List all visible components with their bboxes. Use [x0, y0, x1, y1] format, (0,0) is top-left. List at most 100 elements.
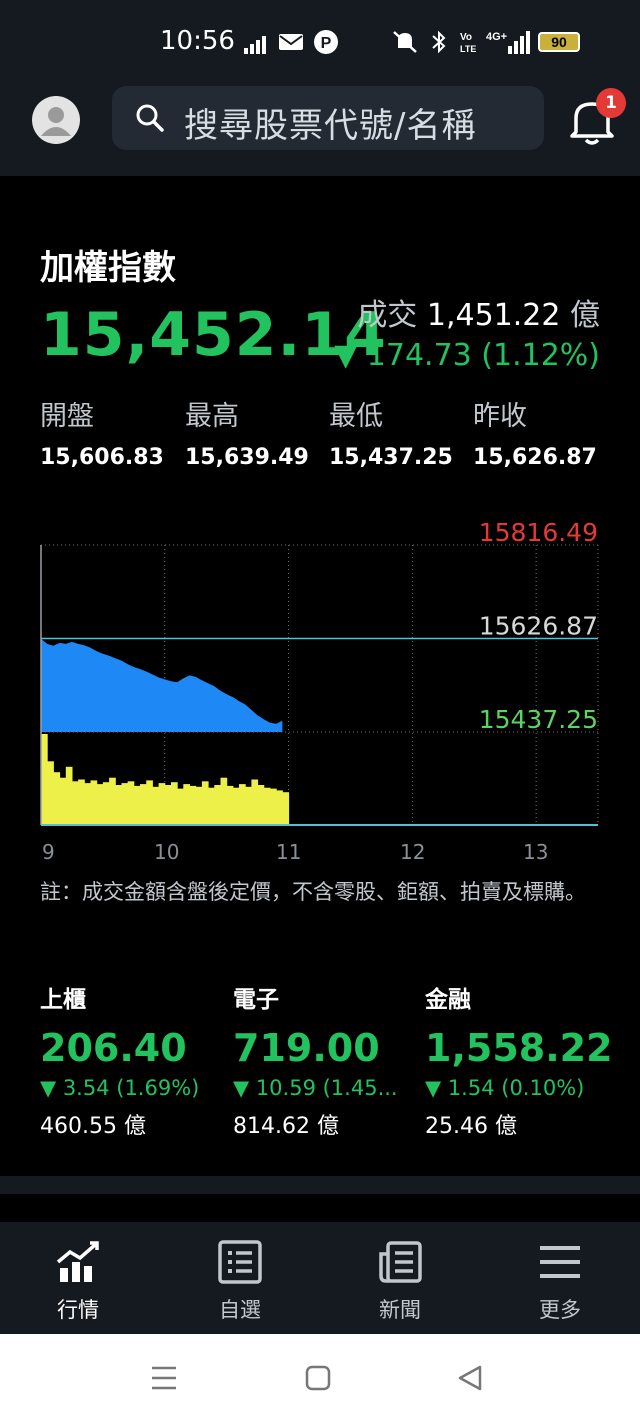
x-tick-label: 10: [154, 840, 180, 864]
volume-bar: [232, 787, 240, 825]
sub-index-electronics[interactable]: 電子 719.00 ▼ 10.59 (1.45... 814.62 億: [233, 980, 423, 1140]
bottom-nav: 行情 自選 新聞 更多: [0, 1222, 640, 1334]
volume-bar: [41, 734, 48, 825]
volume-bar: [140, 784, 147, 826]
volume-bar: [84, 783, 91, 825]
volume-bar: [121, 783, 129, 825]
x-tick-label: 11: [276, 840, 302, 864]
recent-apps-icon[interactable]: [150, 1364, 178, 1392]
signal-speed-icon: [244, 36, 266, 54]
menu-icon: [540, 1246, 580, 1278]
search-placeholder: 搜尋股票代號/名稱: [184, 106, 477, 146]
top-bar: 搜尋股票代號/名稱 1: [0, 86, 640, 176]
volume-bar: [133, 785, 141, 825]
battery-icon: 90: [538, 32, 580, 52]
svg-text:Vo: Vo: [460, 32, 472, 43]
sub-index-value: 719.00: [233, 1026, 380, 1070]
sub-index-change: ▼ 3.54 (1.69%): [40, 1076, 200, 1100]
volume-bar: [195, 786, 203, 825]
y-label-low: 15437.25: [479, 705, 598, 734]
volume-bar: [90, 780, 98, 825]
nav-label: 自選: [219, 1298, 261, 1322]
sub-index-value: 1,558.22: [425, 1026, 613, 1070]
x-tick-label: 9: [42, 840, 55, 864]
list-icon: [218, 1240, 262, 1284]
stat-prev-close: 昨收 15,626.87: [473, 394, 613, 470]
sub-index-volume: 25.46 億: [425, 1114, 517, 1139]
status-bar: 10:56 P Vo LTE 4G+ 90: [0, 0, 640, 88]
volume-bar: [270, 788, 277, 825]
volume-bar: [183, 784, 190, 826]
sub-index-volume: 814.62 億: [233, 1114, 339, 1139]
parking-app-icon: P: [314, 30, 338, 54]
volume-bar: [276, 790, 283, 825]
sub-index-finance[interactable]: 金融 1,558.22 ▼ 1.54 (0.10%) 25.46 億: [425, 980, 615, 1140]
turnover: 成交 1,451.22 億: [357, 290, 600, 334]
stat-value: 15,639.49: [185, 445, 309, 470]
volume-bar: [59, 777, 67, 825]
volume-bar: [263, 787, 271, 825]
index-change: ▼ 174.73 (1.12%): [334, 338, 600, 373]
volume-bar: [282, 792, 290, 825]
volume-bar: [78, 779, 85, 825]
stat-value: 15,626.87: [473, 445, 597, 470]
stat-value: 15,437.25: [329, 445, 453, 470]
volume-bar: [189, 785, 197, 825]
volume-bar: [226, 785, 234, 825]
volume-bar: [47, 761, 54, 825]
volume-bar: [158, 783, 166, 825]
volume-bar: [115, 785, 122, 825]
stat-label: 最高: [185, 401, 239, 432]
y-label-high: 15816.49: [479, 518, 598, 547]
volume-bar: [220, 777, 228, 825]
volume-bar: [102, 782, 110, 825]
svg-text:P: P: [321, 35, 332, 52]
intraday-chart[interactable]: 15816.49 15626.87 15437.25: [0, 500, 640, 880]
volume-bar: [96, 784, 104, 826]
nav-label: 行情: [57, 1298, 99, 1322]
mute-icon: [393, 31, 417, 53]
system-nav-bar: [0, 1334, 640, 1422]
user-icon: [41, 107, 71, 136]
nav-market[interactable]: 行情: [28, 1238, 128, 1324]
search-input[interactable]: 搜尋股票代號/名稱: [112, 86, 544, 150]
volume-bar: [208, 787, 215, 825]
volume-bar: [109, 777, 116, 825]
volume-bar: [65, 766, 73, 825]
back-icon[interactable]: [456, 1364, 484, 1392]
nav-watchlist[interactable]: 自選: [190, 1238, 290, 1324]
stat-label: 昨收: [473, 401, 527, 432]
volume-bar: [152, 786, 160, 825]
svg-text:LTE: LTE: [460, 44, 476, 54]
sub-index-change: ▼ 10.59 (1.45...: [233, 1076, 398, 1100]
volte-icon: Vo LTE: [460, 32, 476, 54]
turnover-value: 1,451.22: [426, 298, 561, 333]
mail-icon: [279, 34, 303, 50]
nav-more[interactable]: 更多: [510, 1238, 610, 1324]
home-icon[interactable]: [304, 1364, 332, 1392]
stat-label: 開盤: [40, 401, 94, 432]
volume-bar: [53, 772, 61, 825]
x-tick-label: 12: [400, 840, 426, 864]
sub-index-value: 206.40: [40, 1026, 187, 1070]
notification-badge: 1: [596, 88, 626, 118]
bluetooth-icon: [432, 30, 446, 54]
volume-bar: [171, 782, 178, 825]
search-icon: [136, 104, 164, 132]
sub-index-otc[interactable]: 上櫃 206.40 ▼ 3.54 (1.69%) 460.55 億: [40, 980, 230, 1140]
turnover-label: 成交: [357, 298, 418, 333]
news-icon: [379, 1241, 422, 1283]
avatar[interactable]: [32, 96, 80, 144]
sub-index-name: 金融: [425, 987, 471, 1013]
sub-index-change: ▼ 1.54 (0.10%): [425, 1076, 585, 1100]
nav-news[interactable]: 新聞: [350, 1238, 450, 1324]
signal-4g-icon: 4G+: [486, 31, 530, 54]
stat-high: 最高 15,639.49: [185, 394, 325, 470]
svg-text:4G+: 4G+: [486, 31, 507, 43]
turnover-unit: 億: [570, 298, 600, 333]
nav-label: 更多: [539, 1298, 581, 1322]
stat-low: 最低 15,437.25: [329, 394, 469, 470]
stat-label: 最低: [329, 401, 383, 432]
x-tick-label: 13: [523, 840, 549, 864]
volume-bar: [177, 788, 184, 825]
